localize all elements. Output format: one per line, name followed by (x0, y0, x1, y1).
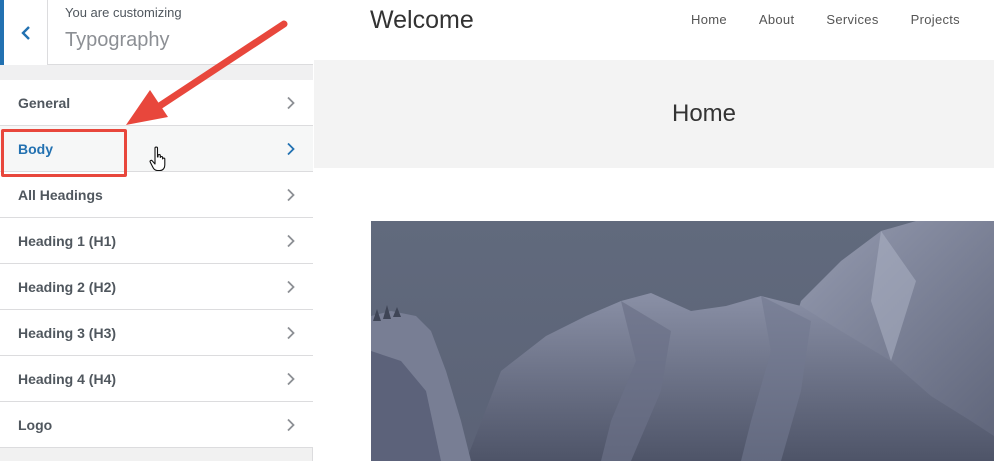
section-item-heading-1[interactable]: Heading 1 (H1) (0, 218, 313, 264)
section-item-logo[interactable]: Logo (0, 402, 313, 448)
page-title: Home (672, 100, 737, 127)
typography-section-list: General Body All Headings Heading 1 (H1)… (0, 80, 313, 448)
chevron-right-icon (287, 142, 295, 156)
sidebar-spacer (0, 65, 313, 80)
section-item-all-headings[interactable]: All Headings (0, 172, 313, 218)
back-button[interactable] (0, 0, 48, 65)
nav-link-projects[interactable]: Projects (911, 12, 960, 27)
back-chevron-icon (20, 25, 30, 40)
site-header: Welcome Home About Services Projects (314, 0, 994, 60)
hand-pointer-icon (149, 146, 166, 172)
nav-link-services[interactable]: Services (826, 12, 878, 27)
site-title[interactable]: Welcome (370, 6, 474, 35)
customizer-sidebar: You are customizing Typography General B… (0, 0, 313, 461)
customizing-label: You are customizing (65, 5, 182, 20)
nav-link-home[interactable]: Home (691, 12, 727, 27)
chevron-right-icon (287, 326, 295, 340)
chevron-right-icon (287, 234, 295, 248)
page-title-banner: Home (314, 60, 994, 168)
chevron-right-icon (287, 418, 295, 432)
section-item-general[interactable]: General (0, 80, 313, 126)
section-item-label: Heading 2 (H2) (18, 279, 117, 295)
chevron-right-icon (287, 188, 295, 202)
section-item-heading-2[interactable]: Heading 2 (H2) (0, 264, 313, 310)
section-item-label: Logo (18, 417, 53, 433)
section-item-heading-4[interactable]: Heading 4 (H4) (0, 356, 313, 402)
hero-image (371, 221, 994, 461)
customizer-section-header: You are customizing Typography (0, 0, 313, 65)
chevron-right-icon (287, 372, 295, 386)
site-nav: Home About Services Projects (691, 12, 992, 27)
section-title: Typography (65, 29, 170, 51)
section-item-label: All Headings (18, 187, 103, 203)
section-item-label: Body (18, 141, 53, 157)
section-item-heading-3[interactable]: Heading 3 (H3) (0, 310, 313, 356)
nav-link-about[interactable]: About (759, 12, 794, 27)
chevron-right-icon (287, 96, 295, 110)
site-preview: Welcome Home About Services Projects Hom… (314, 0, 994, 461)
section-item-label: Heading 4 (H4) (18, 371, 117, 387)
section-item-label: General (18, 95, 71, 111)
section-item-label: Heading 3 (H3) (18, 325, 117, 341)
chevron-right-icon (287, 280, 295, 294)
section-item-label: Heading 1 (H1) (18, 233, 117, 249)
